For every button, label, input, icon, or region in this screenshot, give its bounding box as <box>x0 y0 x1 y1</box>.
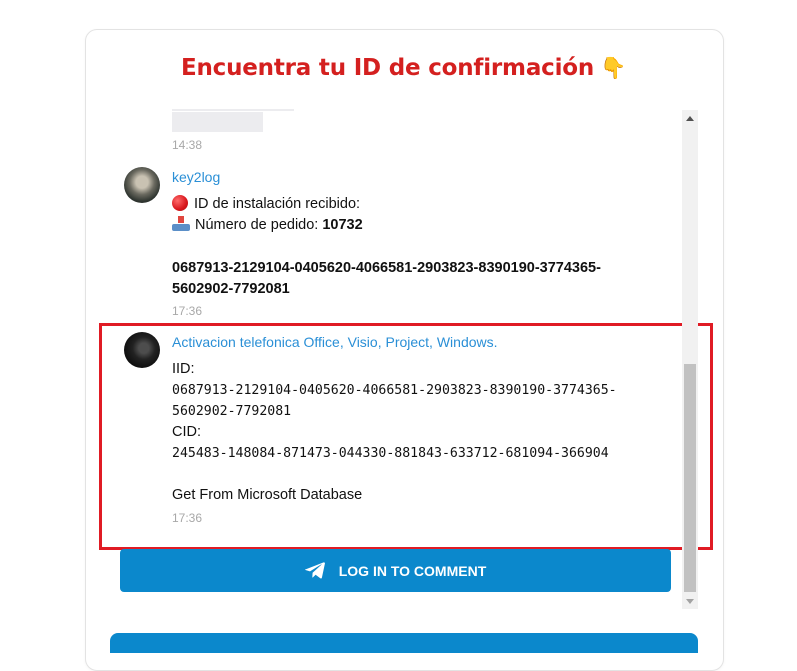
login-to-comment-button[interactable]: LOG IN TO COMMENT <box>120 549 671 592</box>
login-button-label: LOG IN TO COMMENT <box>338 562 487 579</box>
scroll-up-arrow-icon[interactable] <box>682 110 698 126</box>
bottom-action-bar[interactable] <box>110 633 698 653</box>
message-author[interactable]: key2log <box>172 169 220 185</box>
avatar[interactable] <box>124 167 160 203</box>
title-text: Encuentra tu ID de confirmación <box>180 55 595 81</box>
page-title: Encuentra tu ID de confirmación 👇 <box>0 55 797 81</box>
hidden-content-line <box>172 109 294 111</box>
scrollbar[interactable] <box>682 110 698 609</box>
pointing-down-icon: 👇 <box>600 56 626 80</box>
message-line: ID de instalación recibido: <box>172 195 360 212</box>
scroll-down-arrow-icon[interactable] <box>682 593 698 609</box>
message-line: Número de pedido: 10732 <box>172 216 363 233</box>
inbox-tray-icon <box>172 216 190 231</box>
hidden-content-block <box>172 112 263 132</box>
message-time: 14:38 <box>172 138 203 152</box>
highlight-annotation-box <box>99 323 713 550</box>
telegram-plane-icon <box>304 562 325 579</box>
installation-id-code: 0687913-2129104-0405620-4066581-2903823-… <box>172 260 601 297</box>
message-time: 17:36 <box>172 304 203 318</box>
red-circle-icon <box>172 195 188 211</box>
scrollbar-thumb[interactable] <box>684 364 696 592</box>
